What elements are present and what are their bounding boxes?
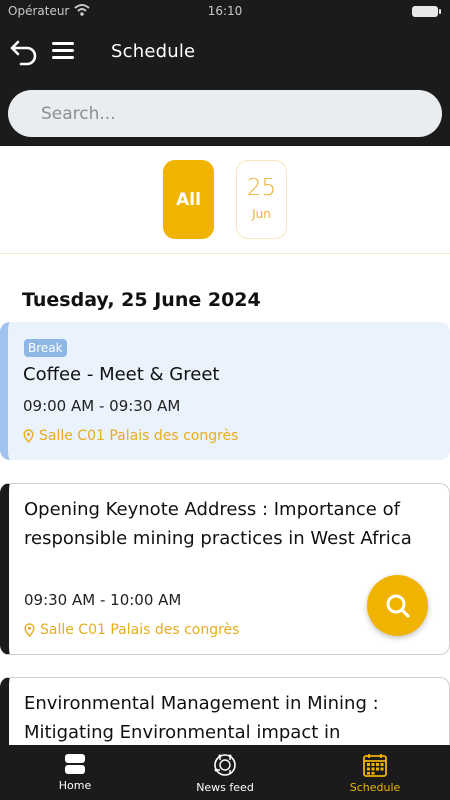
location-text: Salle C01 Palais des congrès	[39, 428, 239, 444]
tab-home[interactable]: Home	[15, 745, 135, 800]
hamburger-line	[52, 49, 74, 52]
break-badge: Break	[24, 339, 67, 357]
date-chip-day: 25	[246, 175, 277, 201]
back-arrow-icon	[10, 40, 37, 66]
date-chip-month: Jun	[252, 207, 271, 221]
date-filter-bar: All 25 Jun	[0, 146, 450, 254]
status-bar: Opérateur 16:10	[0, 0, 450, 22]
bottom-tab-bar: Home News feed Schedule	[0, 745, 450, 800]
schedule-item-title: Opening Keynote Address : Importance of …	[24, 499, 412, 549]
hamburger-icon	[52, 42, 74, 45]
schedule-item-location: Salle C01 Palais des congrès	[23, 428, 238, 444]
filter-date-chip[interactable]: 25 Jun	[236, 160, 287, 239]
menu-button[interactable]	[52, 42, 74, 60]
location-pin-icon	[23, 429, 34, 443]
news-icon	[214, 754, 236, 776]
search-fab-button[interactable]	[367, 575, 428, 636]
tab-news-feed[interactable]: News feed	[165, 745, 285, 800]
filter-all-chip[interactable]: All	[163, 160, 214, 239]
page-title: Schedule	[111, 41, 196, 62]
location-text: Salle C01 Palais des congrès	[40, 622, 240, 638]
calendar-icon	[363, 754, 387, 777]
tab-schedule-label: Schedule	[349, 781, 401, 794]
tab-home-label: Home	[58, 779, 92, 792]
day-heading: Tuesday, 25 June 2024	[22, 289, 261, 311]
app-header: Schedule	[0, 22, 450, 146]
search-input[interactable]	[8, 90, 442, 137]
home-icon	[65, 754, 85, 774]
schedule-item-title: Coffee - Meet & Greet	[23, 364, 220, 385]
schedule-item-break[interactable]: Break Coffee - Meet & Greet 09:00 AM - 0…	[0, 322, 450, 460]
battery-icon	[412, 6, 441, 17]
search-icon	[386, 594, 410, 618]
back-button[interactable]	[8, 36, 40, 68]
hamburger-line	[52, 56, 74, 59]
tab-news-label: News feed	[196, 781, 254, 794]
location-pin-icon	[24, 623, 35, 637]
schedule-item-title: Environmental Management in Mining : Mit…	[24, 693, 379, 743]
schedule-item-time: 09:00 AM - 09:30 AM	[23, 397, 181, 415]
status-time: 16:10	[207, 4, 243, 18]
schedule-item-time: 09:30 AM - 10:00 AM	[24, 591, 182, 609]
schedule-item-location: Salle C01 Palais des congrès	[24, 622, 239, 638]
tab-schedule[interactable]: Schedule	[315, 745, 435, 800]
